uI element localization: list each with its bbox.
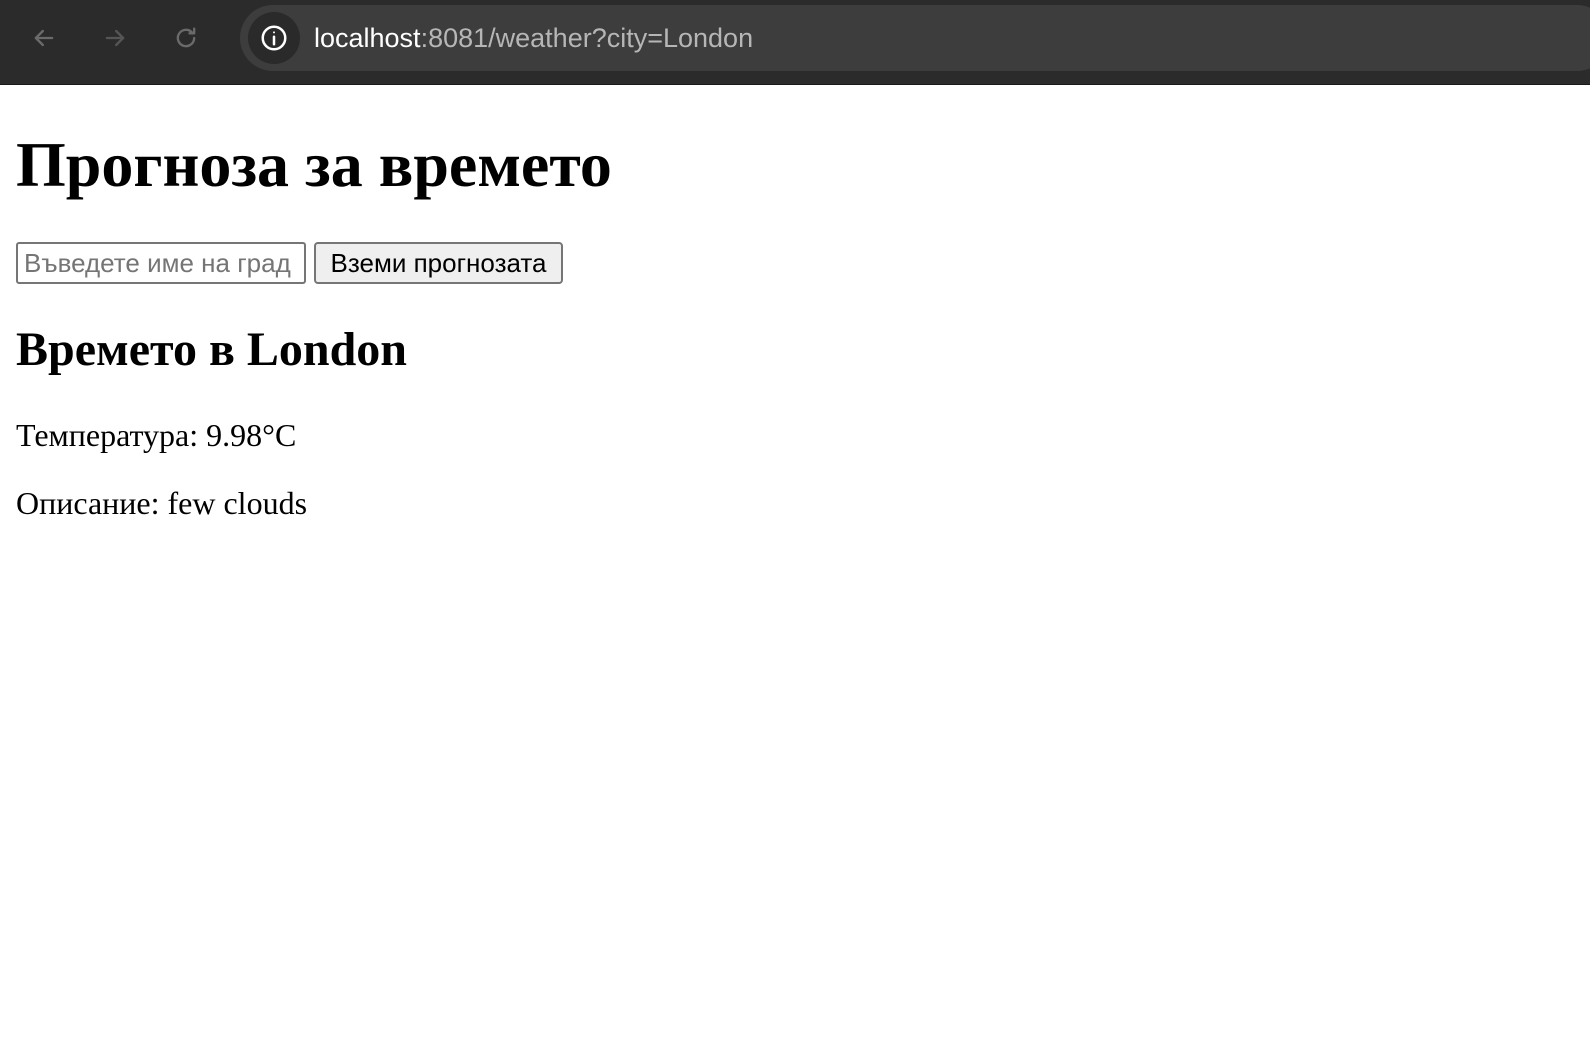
weather-result-heading: Времето в London — [16, 323, 407, 376]
url-host: localhost — [314, 23, 421, 53]
get-forecast-button[interactable]: Вземи прогнозата — [314, 242, 563, 284]
page-title: Прогноза за времето — [16, 129, 612, 200]
reload-icon — [176, 27, 196, 48]
url-text[interactable]: localhost:8081/weather?city=London — [314, 20, 753, 56]
city-input[interactable] — [16, 242, 306, 284]
forward-button[interactable] — [97, 20, 133, 56]
reload-button[interactable] — [168, 20, 204, 56]
site-info-button[interactable] — [248, 12, 300, 64]
temperature-text: Температура: 9.98°C — [16, 417, 297, 453]
arrow-right-icon — [105, 29, 125, 47]
search-form: Вземи прогнозата — [16, 242, 563, 284]
browser-toolbar: localhost:8081/weather?city=London — [0, 0, 1590, 85]
address-bar[interactable]: localhost:8081/weather?city=London — [240, 5, 1590, 71]
info-icon — [261, 25, 287, 51]
arrow-left-icon — [34, 29, 54, 47]
url-path: :8081/weather?city=London — [420, 23, 754, 53]
description-text: Описание: few clouds — [16, 485, 308, 521]
back-button[interactable] — [26, 20, 62, 56]
